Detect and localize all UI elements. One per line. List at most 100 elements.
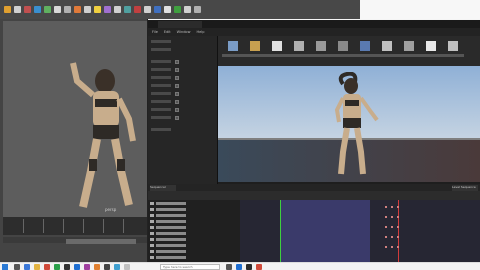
track-row[interactable]	[150, 202, 238, 206]
app-icon[interactable]	[44, 264, 50, 270]
checkbox[interactable]	[175, 60, 179, 64]
settings-icon[interactable]	[194, 6, 201, 13]
skin-icon[interactable]	[124, 6, 131, 13]
render-icon[interactable]	[74, 6, 81, 13]
outliner-icon[interactable]	[164, 6, 171, 13]
joint-icon[interactable]	[104, 6, 111, 13]
marketplace-button[interactable]	[310, 39, 332, 63]
track-row[interactable]	[150, 208, 238, 212]
build-button[interactable]	[398, 39, 420, 63]
app-icon[interactable]	[84, 264, 90, 270]
checkbox[interactable]	[175, 92, 179, 96]
checkbox[interactable]	[175, 84, 179, 88]
light-icon[interactable]	[94, 6, 101, 13]
camera-icon[interactable]	[84, 6, 91, 13]
play-icon[interactable]	[184, 6, 191, 13]
details-row[interactable]	[151, 84, 215, 89]
hypershade-icon[interactable]	[154, 6, 161, 13]
checkbox[interactable]	[175, 68, 179, 72]
track-icon	[150, 214, 154, 217]
move-tool-icon[interactable]	[34, 6, 41, 13]
task-view-icon[interactable]	[14, 264, 20, 270]
key-icon[interactable]	[134, 6, 141, 13]
ik-icon[interactable]	[114, 6, 121, 13]
track-row[interactable]	[150, 232, 238, 236]
details-row[interactable]	[151, 68, 215, 73]
start-marker[interactable]	[280, 200, 281, 262]
save-button[interactable]	[222, 39, 244, 63]
app-icon[interactable]	[114, 264, 120, 270]
editor-menu-bar: File Edit Window Help	[148, 28, 480, 36]
command-line[interactable]	[66, 239, 136, 244]
folder-icon[interactable]	[34, 264, 40, 270]
track-icon	[150, 220, 154, 223]
checkbox[interactable]	[175, 100, 179, 104]
play-icon	[426, 41, 436, 51]
details-panel	[148, 36, 218, 184]
checkbox[interactable]	[175, 116, 179, 120]
app-icon[interactable]	[64, 264, 70, 270]
save-icon	[228, 41, 238, 51]
menu-window[interactable]: Window	[177, 30, 191, 34]
details-row[interactable]	[151, 108, 215, 113]
settings-button[interactable]	[332, 39, 354, 63]
details-row[interactable]	[151, 76, 215, 81]
play-button[interactable]	[420, 39, 442, 63]
browser-icon[interactable]	[24, 264, 30, 270]
app-icon[interactable]	[54, 264, 60, 270]
checkbox[interactable]	[175, 76, 179, 80]
blueprint-icon	[360, 41, 370, 51]
editor-toolbar	[218, 36, 480, 66]
menu-file[interactable]: File	[152, 30, 158, 34]
launch-button[interactable]	[442, 39, 464, 63]
app-icon[interactable]	[104, 264, 110, 270]
track-row[interactable]	[150, 226, 238, 230]
details-row[interactable]	[151, 116, 215, 121]
time-slider[interactable]	[3, 217, 147, 235]
search-box[interactable]: Type here to search	[160, 264, 220, 270]
timeline-grid[interactable]	[240, 200, 480, 262]
track-row[interactable]	[150, 238, 238, 242]
app-icon[interactable]	[94, 264, 100, 270]
menu-help[interactable]: Help	[196, 30, 204, 34]
lasso-tool-icon[interactable]	[14, 6, 21, 13]
scale-tool-icon[interactable]	[54, 6, 61, 13]
app-icon[interactable]	[74, 264, 80, 270]
details-row[interactable]	[151, 92, 215, 97]
details-row[interactable]	[151, 60, 215, 65]
details-row[interactable]	[151, 100, 215, 105]
app-icon[interactable]	[124, 264, 130, 270]
app-icon[interactable]	[236, 264, 242, 270]
select-tool-icon[interactable]	[4, 6, 11, 13]
editor-tab[interactable]	[158, 21, 202, 28]
cinematics-button[interactable]	[376, 39, 398, 63]
snap-icon[interactable]	[64, 6, 71, 13]
app-icon[interactable]	[256, 264, 262, 270]
graph-icon[interactable]	[144, 6, 151, 13]
track-row[interactable]	[150, 244, 238, 248]
blueprints-button[interactable]	[354, 39, 376, 63]
marketplace-icon	[316, 41, 326, 51]
app-icon[interactable]	[246, 264, 252, 270]
app-icon[interactable]	[226, 264, 232, 270]
rotate-tool-icon[interactable]	[44, 6, 51, 13]
paint-tool-icon[interactable]	[24, 6, 31, 13]
playback-range	[280, 200, 370, 262]
menu-edit[interactable]: Edit	[164, 30, 171, 34]
content-button[interactable]	[288, 39, 310, 63]
track-row[interactable]	[150, 256, 238, 260]
track-row[interactable]	[150, 214, 238, 218]
start-button[interactable]	[2, 264, 8, 270]
desktop-background	[360, 0, 480, 19]
browse-button[interactable]	[244, 39, 266, 63]
track-row[interactable]	[150, 250, 238, 254]
animation-viewport[interactable]: persp	[3, 21, 147, 217]
modes-button[interactable]	[266, 39, 288, 63]
checkbox[interactable]	[175, 108, 179, 112]
track-list	[148, 200, 240, 262]
track-row[interactable]	[150, 220, 238, 224]
level-viewport[interactable]	[218, 66, 480, 182]
attribute-icon[interactable]	[174, 6, 181, 13]
taskbar: Type here to search	[0, 262, 480, 270]
track-icon	[150, 232, 154, 235]
